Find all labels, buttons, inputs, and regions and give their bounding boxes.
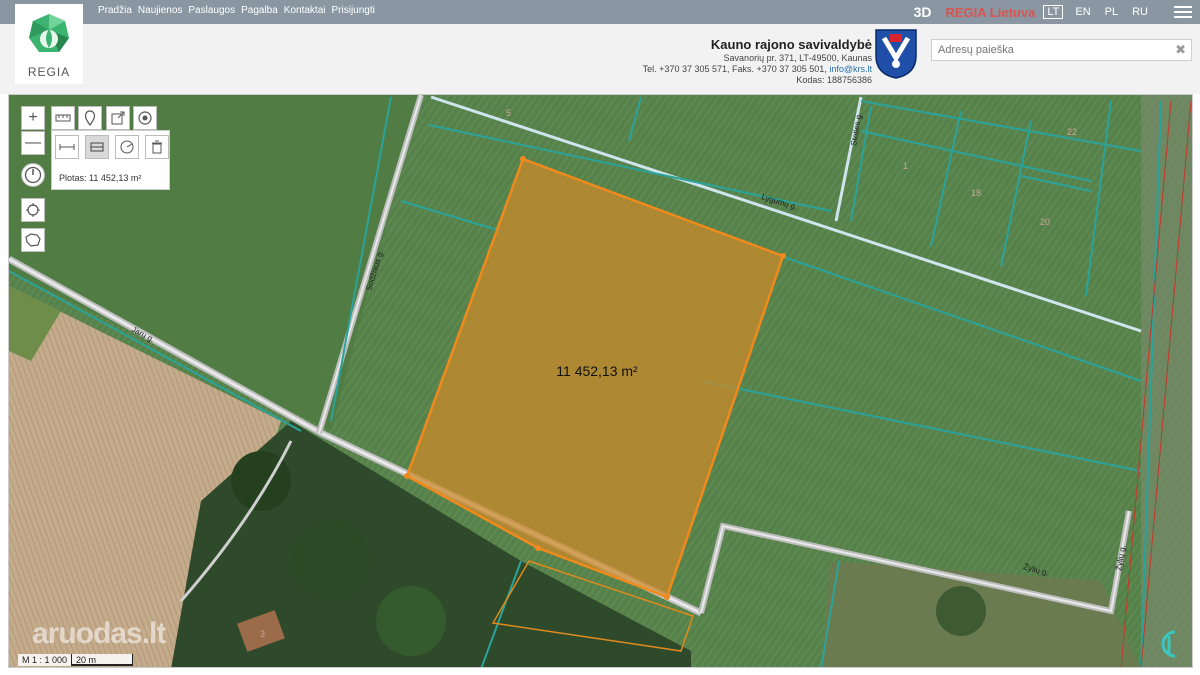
corner-brand-icon [1161, 630, 1176, 658]
main-menu: Pradžia Naujienos Paslaugos Pagalba Kont… [98, 5, 375, 16]
nav-kontaktai[interactable]: Kontaktai [284, 5, 326, 16]
tree-cluster [936, 586, 986, 636]
3d-button[interactable]: 3D [914, 4, 932, 20]
country-outline-icon [25, 233, 41, 247]
measure-area-button[interactable] [85, 135, 109, 159]
top-right-controls: 3D REGIA Lietuva LT EN PL RU [914, 0, 1200, 24]
municipality-phone: Tel. +370 37 305 571, Faks. +370 37 305 … [642, 64, 827, 74]
clear-search-icon[interactable]: ✖ [1175, 42, 1186, 58]
lang-pl[interactable]: PL [1103, 6, 1120, 18]
zoom-out-button[interactable]: — [21, 131, 45, 155]
parcel-number-20: 20 [1040, 217, 1050, 227]
regia-logo[interactable]: REGIA [15, 4, 83, 84]
tree-cluster [376, 586, 446, 656]
area-readout: Plotas: 11 452,13 m² [59, 173, 142, 183]
locate-button[interactable] [21, 198, 45, 222]
target-icon [138, 111, 152, 125]
address-search: ✖ [931, 39, 1192, 61]
tree-cluster [291, 521, 371, 601]
nav-prisijungti[interactable]: Prisijungti [332, 5, 375, 16]
parcel-number-22: 22 [1067, 127, 1077, 137]
municipality-name: Kauno rajono savivaldybė [710, 37, 872, 52]
trash-icon [152, 140, 162, 154]
parcel-number-5: 5 [506, 108, 511, 118]
scale-length: 20 m [71, 654, 134, 666]
parcel-number-3: 3 [260, 629, 265, 639]
measure-tool-button[interactable] [51, 106, 75, 130]
map-layer: 11 452,13 m² Jaru g. Sodžiaus g. Lygumų … [9, 95, 1192, 667]
nav-naujienos[interactable]: Naujienos [138, 5, 182, 16]
address-search-input[interactable] [932, 40, 1174, 60]
full-extent-button[interactable] [21, 228, 45, 252]
municipality-code: Kodas: 188756386 [796, 75, 872, 85]
layers-button[interactable] [133, 106, 157, 130]
coat-of-arms-icon [875, 29, 917, 79]
delete-measurement-button[interactable] [145, 135, 169, 159]
share-button[interactable] [106, 106, 130, 130]
lang-lt[interactable]: LT [1043, 5, 1064, 19]
regia-lietuva-link[interactable]: REGIA Lietuva [946, 5, 1036, 20]
measure-distance-button[interactable] [55, 135, 79, 159]
zoom-in-button[interactable]: + [21, 106, 45, 130]
scale-bar: M 1 : 1 000 20 m [18, 654, 134, 666]
compass-button[interactable] [21, 163, 45, 187]
distance-icon [59, 144, 75, 150]
regia-logo-text: REGIA [27, 65, 71, 79]
hamburger-menu-icon[interactable] [1174, 6, 1192, 18]
municipality-info: Kauno rajono savivaldybė Savanorių pr. 3… [643, 36, 872, 86]
compass-icon [24, 166, 42, 184]
radius-icon [120, 140, 134, 154]
area-icon [90, 142, 104, 152]
measure-circle-button[interactable] [115, 135, 139, 159]
scale-ratio: M 1 : 1 000 [22, 655, 68, 665]
lang-ru[interactable]: RU [1130, 6, 1150, 18]
regia-logo-icon [29, 14, 69, 52]
marker-tool-button[interactable] [78, 106, 102, 130]
watermark: aruodas.lt [32, 617, 166, 650]
crosshair-icon [26, 203, 40, 217]
ruler-icon [55, 114, 71, 122]
nav-pradzia[interactable]: Pradžia [98, 5, 132, 16]
measure-tool-panel: Plotas: 11 452,13 m² [51, 130, 170, 190]
map-canvas[interactable]: 11 452,13 m² Jaru g. Sodžiaus g. Lygumų … [8, 94, 1193, 668]
nav-pagalba[interactable]: Pagalba [241, 5, 278, 16]
parcel-number-18: 18 [971, 188, 981, 198]
municipality-email-link[interactable]: info@krs.lt [829, 64, 872, 74]
measurement-label: 11 452,13 m² [556, 363, 638, 379]
lang-en[interactable]: EN [1073, 6, 1092, 18]
pin-icon [84, 110, 96, 126]
municipality-address: Savanorių pr. 371, LT-49500, Kaunas [723, 53, 872, 63]
top-nav-bar: Pradžia Naujienos Paslaugos Pagalba Kont… [0, 0, 1200, 24]
nav-paslaugos[interactable]: Paslaugos [188, 5, 235, 16]
parcel-number-1: 1 [903, 161, 908, 171]
share-icon [111, 111, 125, 125]
municipality-contacts: Tel. +370 37 305 571, Faks. +370 37 305 … [643, 64, 872, 75]
